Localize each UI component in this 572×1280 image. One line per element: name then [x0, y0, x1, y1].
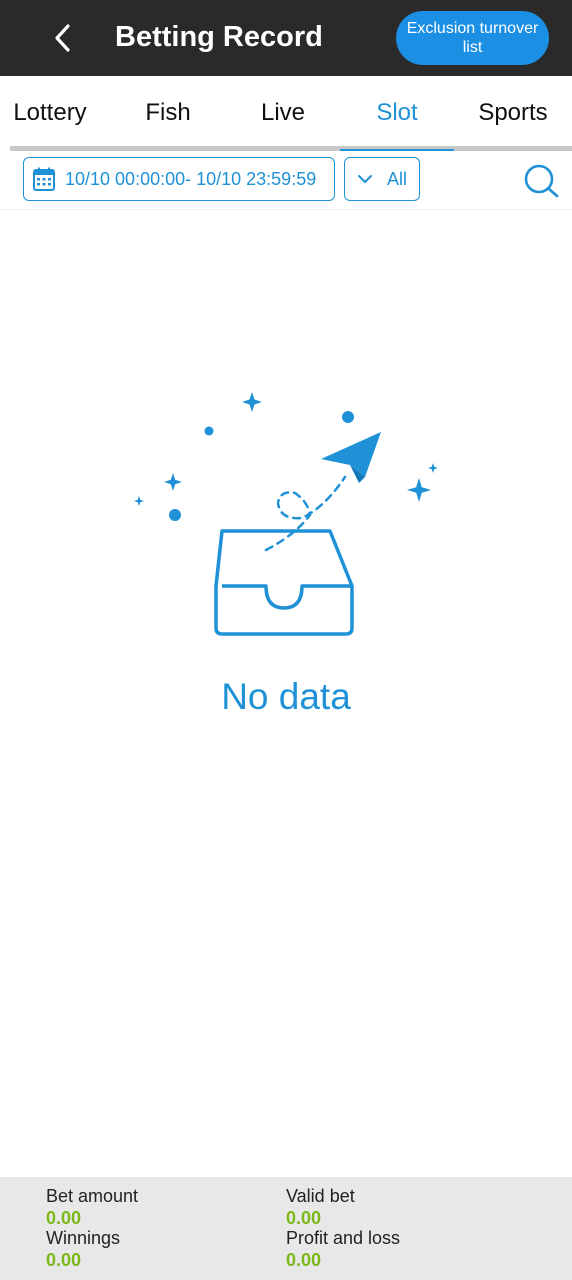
top-bar: Betting Record Exclusion turnover list — [0, 0, 572, 76]
category-tabs: Lottery Fish Live Slot Sports — [0, 76, 572, 150]
summary-footer: Bet amount 0.00 Valid bet 0.00 Winnings … — [0, 1177, 572, 1280]
calendar-icon — [33, 167, 55, 191]
profit-loss-label: Profit and loss — [286, 1228, 401, 1248]
search-button[interactable] — [522, 163, 560, 199]
date-range-text: 10/10 00:00:00- 10/10 23:59:59 — [65, 168, 317, 189]
empty-inbox-illustration — [134, 392, 438, 636]
tab-fish[interactable]: Fish — [113, 76, 223, 148]
page-title: Betting Record — [115, 21, 323, 53]
valid-bet-label: Valid bet — [286, 1186, 355, 1206]
chevron-down-icon — [358, 175, 372, 183]
winnings-label: Winnings — [46, 1228, 121, 1248]
bet-amount-value: 0.00 — [46, 1208, 82, 1228]
type-select-value: All — [387, 168, 408, 189]
tab-slot[interactable]: Slot — [340, 76, 454, 148]
valid-bet-value: 0.00 — [286, 1208, 322, 1228]
tab-live[interactable]: Live — [228, 76, 338, 148]
search-icon — [524, 164, 559, 198]
winnings-value: 0.00 — [46, 1250, 82, 1270]
bet-amount-label: Bet amount — [46, 1186, 139, 1206]
no-data-message: No data — [221, 676, 351, 717]
back-button[interactable] — [40, 14, 86, 62]
tab-lottery[interactable]: Lottery — [0, 76, 100, 148]
type-select[interactable]: All — [344, 157, 420, 201]
chevron-left-icon — [55, 24, 70, 52]
profit-loss-value: 0.00 — [286, 1250, 322, 1270]
date-range-picker[interactable]: 10/10 00:00:00- 10/10 23:59:59 — [23, 157, 335, 201]
filter-bar: 10/10 00:00:00- 10/10 23:59:59 All — [0, 151, 572, 210]
tab-sports[interactable]: Sports — [458, 76, 568, 148]
exclusion-turnover-list-button[interactable]: Exclusion turnover list — [396, 11, 549, 65]
